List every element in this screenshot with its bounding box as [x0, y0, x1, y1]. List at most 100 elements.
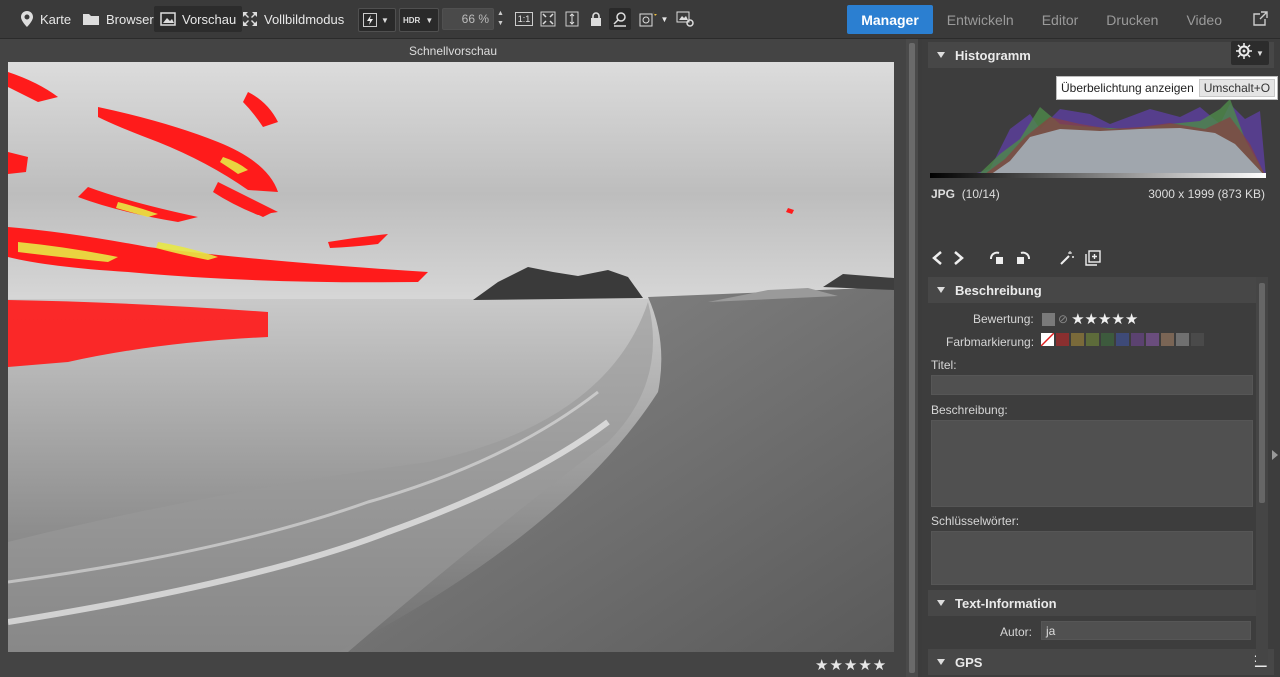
overexposure-tooltip: Überbelichtung anzeigen Umschalt+O — [1056, 76, 1279, 100]
module-tabs: Manager Entwickeln Editor Drucken Video — [847, 5, 1236, 34]
reject-flag-icon[interactable] — [1042, 312, 1055, 326]
color-label-swatches — [1041, 333, 1204, 346]
zoom-fit-icon[interactable] — [537, 8, 559, 30]
preview-button[interactable]: Vorschau — [154, 6, 243, 32]
description-header[interactable]: Beschreibung — [928, 277, 1256, 303]
beach-photo-image — [8, 62, 894, 652]
rotate-left-icon[interactable] — [989, 250, 1005, 271]
gear-icon — [1236, 42, 1253, 64]
zoom-stepper[interactable]: ▲ ▼ — [497, 9, 504, 29]
text-info-header[interactable]: Text-Information — [928, 590, 1256, 616]
previous-icon[interactable] — [931, 250, 943, 271]
description-title: Beschreibung — [955, 282, 1042, 298]
focus-highlight-dropdown[interactable]: ▼ — [633, 8, 673, 30]
map-button[interactable]: Karte — [20, 6, 71, 32]
chevron-down-icon: ▼ — [381, 15, 389, 25]
preview-title: Schnellvorschau — [408, 44, 498, 58]
quick-fix-dropdown[interactable]: ▼ — [358, 8, 396, 32]
histogram-gradient-bar — [930, 173, 1266, 178]
text-info-title: Text-Information — [955, 595, 1057, 611]
tab-develop[interactable]: Entwickeln — [933, 5, 1028, 34]
histogram-header[interactable]: Histogramm — [928, 42, 1274, 68]
next-icon[interactable] — [953, 250, 965, 271]
preview-label: Vorschau — [182, 11, 237, 27]
tab-print[interactable]: Drucken — [1092, 5, 1172, 34]
loupe-icon[interactable] — [609, 8, 631, 30]
hdr-label: HDR — [403, 15, 421, 25]
keywords-label: Schlüsselwörter: — [931, 514, 1020, 528]
no-rating-icon[interactable]: ⊘ — [1058, 312, 1068, 326]
color-swatch[interactable] — [1101, 333, 1114, 346]
tab-editor[interactable]: Editor — [1028, 5, 1093, 34]
image-action-row — [931, 250, 1101, 271]
color-swatch[interactable] — [1131, 333, 1144, 346]
fullscreen-button[interactable]: Vollbildmodus — [242, 6, 344, 32]
author-label: Autor: — [1000, 625, 1033, 639]
color-swatch[interactable] — [1116, 333, 1129, 346]
zoom-input[interactable]: 66 % — [442, 8, 494, 30]
image-settings-icon[interactable] — [674, 8, 696, 30]
zoom-height-icon[interactable] — [561, 8, 583, 30]
tooltip-text: Überbelichtung anzeigen — [1061, 81, 1194, 95]
magic-wand-icon[interactable] — [1059, 250, 1075, 271]
panel-splitter[interactable] — [906, 39, 918, 677]
file-type: JPG — [931, 187, 956, 201]
histogram-graph — [930, 99, 1266, 177]
rating-stars[interactable]: ★★★★★ — [1071, 310, 1138, 328]
fullscreen-label: Vollbildmodus — [264, 11, 345, 27]
description-label: Beschreibung: — [931, 403, 1008, 417]
splitter-grip[interactable] — [909, 43, 915, 673]
collapse-triangle-icon — [937, 287, 945, 293]
map-label: Karte — [40, 11, 72, 27]
author-input[interactable]: ja — [1041, 621, 1251, 640]
title-label: Titel: — [931, 358, 957, 372]
collapse-panel-arrow-icon[interactable] — [1272, 450, 1278, 460]
image-icon — [160, 12, 176, 26]
scrollbar-thumb[interactable] — [1259, 283, 1265, 503]
chevron-down-icon: ▼ — [660, 14, 669, 24]
gps-header[interactable]: GPS ☰ — [928, 649, 1274, 675]
color-swatch[interactable] — [1161, 333, 1174, 346]
file-index: (10/14) — [961, 187, 1000, 201]
map-pin-icon — [20, 11, 34, 27]
chevron-down-icon: ▼ — [1256, 48, 1264, 58]
color-swatch[interactable] — [1176, 333, 1189, 346]
external-open-icon[interactable] — [1253, 11, 1268, 31]
tab-manager[interactable]: Manager — [847, 5, 933, 34]
top-toolbar: Karte Browser Vorschau Vollbildmodus ▼ H… — [0, 0, 1280, 39]
zoom-1to1-button[interactable]: 1:1 — [513, 8, 535, 30]
rating-label: Bewertung: — [973, 312, 1034, 326]
title-input[interactable] — [931, 375, 1253, 395]
tab-video[interactable]: Video — [1172, 5, 1236, 34]
preview-rating-stars[interactable]: ★★★★★ — [815, 656, 887, 674]
histogram-options-button[interactable]: ▼ — [1231, 41, 1269, 65]
chevron-down-icon: ▼ — [425, 15, 434, 25]
browser-button[interactable]: Browser — [82, 6, 154, 32]
hdr-dropdown[interactable]: HDR ▼ — [399, 8, 439, 32]
collapse-triangle-icon — [937, 600, 945, 606]
color-label-label: Farbmarkierung: — [946, 335, 1035, 349]
fullscreen-icon — [242, 11, 258, 27]
one-to-one-label: 1:1 — [514, 12, 534, 26]
no-color-swatch[interactable] — [1041, 333, 1054, 346]
lightning-icon — [359, 13, 381, 27]
tooltip-shortcut: Umschalt+O — [1198, 79, 1276, 97]
color-swatch[interactable] — [1056, 333, 1069, 346]
preview-photo[interactable] — [8, 62, 894, 652]
color-swatch[interactable] — [1146, 333, 1159, 346]
browser-label: Browser — [106, 11, 154, 27]
zoom-value: 66 % — [461, 12, 489, 26]
color-swatch[interactable] — [1071, 333, 1084, 346]
rating-control[interactable]: ⊘ ★★★★★ — [1042, 310, 1138, 328]
histogram-title: Histogramm — [955, 47, 1031, 63]
rotate-right-icon[interactable] — [1015, 250, 1031, 271]
keywords-textarea[interactable] — [931, 531, 1253, 585]
file-dimensions: 3000 x 1999 (873 KB) — [1148, 187, 1265, 201]
add-copy-icon[interactable] — [1085, 250, 1101, 271]
panel-scrollbar[interactable] — [1256, 277, 1268, 665]
color-swatch[interactable] — [1086, 333, 1099, 346]
color-swatch[interactable] — [1191, 333, 1204, 346]
lock-icon[interactable] — [585, 8, 607, 30]
description-textarea[interactable] — [931, 420, 1253, 507]
collapse-triangle-icon — [937, 659, 945, 665]
